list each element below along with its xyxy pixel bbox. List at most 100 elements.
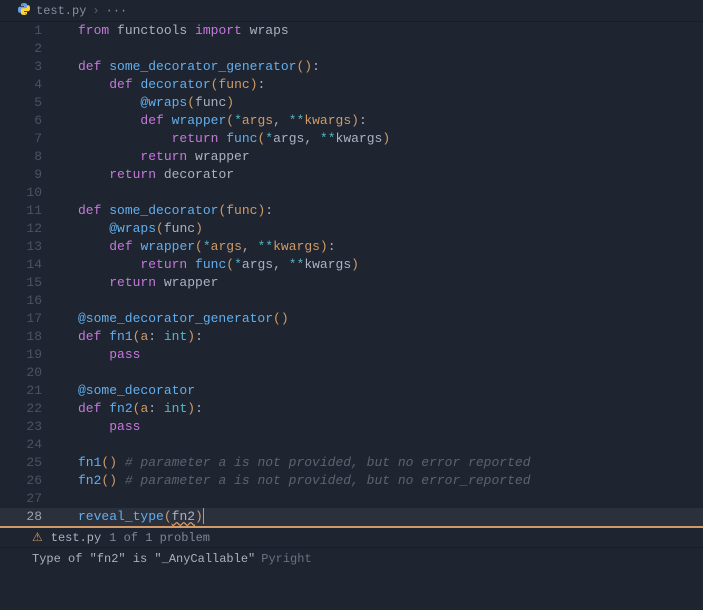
code-line[interactable]: 3def some_decorator_generator(): (0, 58, 703, 76)
code-content[interactable]: def wrapper(*args, **kwargs): (58, 238, 336, 256)
line-number: 1 (0, 22, 58, 40)
code-editor[interactable]: 1from functools import wraps23def some_d… (0, 22, 703, 526)
code-content[interactable]: pass (58, 346, 140, 364)
code-content[interactable]: @some_decorator_generator() (58, 310, 289, 328)
problems-count: 1 of 1 problem (109, 531, 210, 545)
token: # parameter a is not provided, but no er… (125, 455, 531, 470)
token: def (78, 59, 101, 74)
problems-filename: test.py (51, 531, 101, 545)
code-line[interactable]: 18def fn1(a: int): (0, 328, 703, 346)
code-content[interactable]: return func(*args, **kwargs) (58, 130, 390, 148)
code-content[interactable] (58, 490, 78, 508)
line-number: 5 (0, 94, 58, 112)
token: kwargs (336, 131, 383, 146)
code-line[interactable]: 25fn1() # parameter a is not provided, b… (0, 454, 703, 472)
code-content[interactable]: def fn1(a: int): (58, 328, 203, 346)
code-content[interactable]: fn1() # parameter a is not provided, but… (58, 454, 531, 472)
code-content[interactable]: def fn2(a: int): (58, 400, 203, 418)
chevron-right-icon: › (92, 4, 99, 18)
code-line[interactable]: 14 return func(*args, **kwargs) (0, 256, 703, 274)
code-line[interactable]: 13 def wrapper(*args, **kwargs): (0, 238, 703, 256)
code-content[interactable]: return wrapper (58, 274, 218, 292)
token: kwargs (273, 239, 320, 254)
line-number: 10 (0, 184, 58, 202)
code-line[interactable]: 11def some_decorator(func): (0, 202, 703, 220)
problems-bar[interactable]: ⚠ test.py 1 of 1 problem (0, 526, 703, 548)
code-content[interactable] (58, 40, 78, 58)
code-line[interactable]: 26fn2() # parameter a is not provided, b… (0, 472, 703, 490)
breadcrumb[interactable]: test.py › ··· (0, 0, 703, 22)
token: func (195, 95, 226, 110)
line-number: 20 (0, 364, 58, 382)
code-content[interactable]: def some_decorator_generator(): (58, 58, 320, 76)
code-content[interactable]: def decorator(func): (58, 76, 265, 94)
code-content[interactable]: from functools import wraps (58, 22, 289, 40)
line-number: 24 (0, 436, 58, 454)
code-content[interactable]: pass (58, 418, 140, 436)
token (187, 257, 195, 272)
line-number: 19 (0, 346, 58, 364)
code-line[interactable]: 1from functools import wraps (0, 22, 703, 40)
code-content[interactable]: @some_decorator (58, 382, 195, 400)
token: ** (289, 113, 305, 128)
code-content[interactable] (58, 292, 78, 310)
token (78, 347, 109, 362)
line-number: 22 (0, 400, 58, 418)
code-line[interactable]: 23 pass (0, 418, 703, 436)
code-line[interactable]: 8 return wrapper (0, 148, 703, 166)
code-line[interactable]: 5 @wraps(func) (0, 94, 703, 112)
code-content[interactable]: return func(*args, **kwargs) (58, 256, 359, 274)
token: () (296, 59, 312, 74)
code-content[interactable]: @wraps(func) (58, 94, 234, 112)
token: return (172, 131, 219, 146)
code-line[interactable]: 16 (0, 292, 703, 310)
editor-bottom-padding (0, 570, 703, 610)
code-content[interactable]: reveal_type(fn2) (58, 508, 204, 526)
code-line[interactable]: 9 return decorator (0, 166, 703, 184)
token: from (78, 23, 109, 38)
code-line[interactable]: 6 def wrapper(*args, **kwargs): (0, 112, 703, 130)
token: decorator (140, 77, 210, 92)
token (78, 131, 172, 146)
token (78, 95, 140, 110)
token: : (359, 113, 367, 128)
token: args (273, 131, 304, 146)
token: kwargs (304, 113, 351, 128)
code-line[interactable]: 22def fn2(a: int): (0, 400, 703, 418)
code-line[interactable]: 21@some_decorator (0, 382, 703, 400)
code-line[interactable]: 20 (0, 364, 703, 382)
code-line[interactable]: 2 (0, 40, 703, 58)
code-line[interactable]: 28reveal_type(fn2) (0, 508, 703, 526)
token: () (101, 455, 117, 470)
code-content[interactable] (58, 364, 78, 382)
code-content[interactable]: return decorator (58, 166, 234, 184)
code-line[interactable]: 24 (0, 436, 703, 454)
token: , (242, 239, 258, 254)
code-line[interactable]: 10 (0, 184, 703, 202)
token: def (78, 329, 101, 344)
code-line[interactable]: 7 return func(*args, **kwargs) (0, 130, 703, 148)
code-content[interactable] (58, 436, 78, 454)
diagnostic-row[interactable]: Type of "fn2" is "_AnyCallable" Pyright (0, 548, 703, 570)
code-content[interactable] (58, 184, 78, 202)
code-line[interactable]: 4 def decorator(func): (0, 76, 703, 94)
token (78, 239, 109, 254)
line-number: 4 (0, 76, 58, 94)
code-content[interactable]: def wrapper(*args, **kwargs): (58, 112, 367, 130)
code-content[interactable]: return wrapper (58, 148, 250, 166)
code-content[interactable]: fn2() # parameter a is not provided, but… (58, 472, 531, 490)
text-cursor (203, 508, 204, 524)
token: : (195, 401, 203, 416)
token: * (203, 239, 211, 254)
code-line[interactable]: 15 return wrapper (0, 274, 703, 292)
code-line[interactable]: 17@some_decorator_generator() (0, 310, 703, 328)
token (78, 113, 140, 128)
code-line[interactable]: 19 pass (0, 346, 703, 364)
code-content[interactable]: def some_decorator(func): (58, 202, 273, 220)
token: def (78, 401, 101, 416)
token: args (211, 239, 242, 254)
code-content[interactable]: @wraps(func) (58, 220, 203, 238)
token: ) (187, 329, 195, 344)
code-line[interactable]: 27 (0, 490, 703, 508)
code-line[interactable]: 12 @wraps(func) (0, 220, 703, 238)
